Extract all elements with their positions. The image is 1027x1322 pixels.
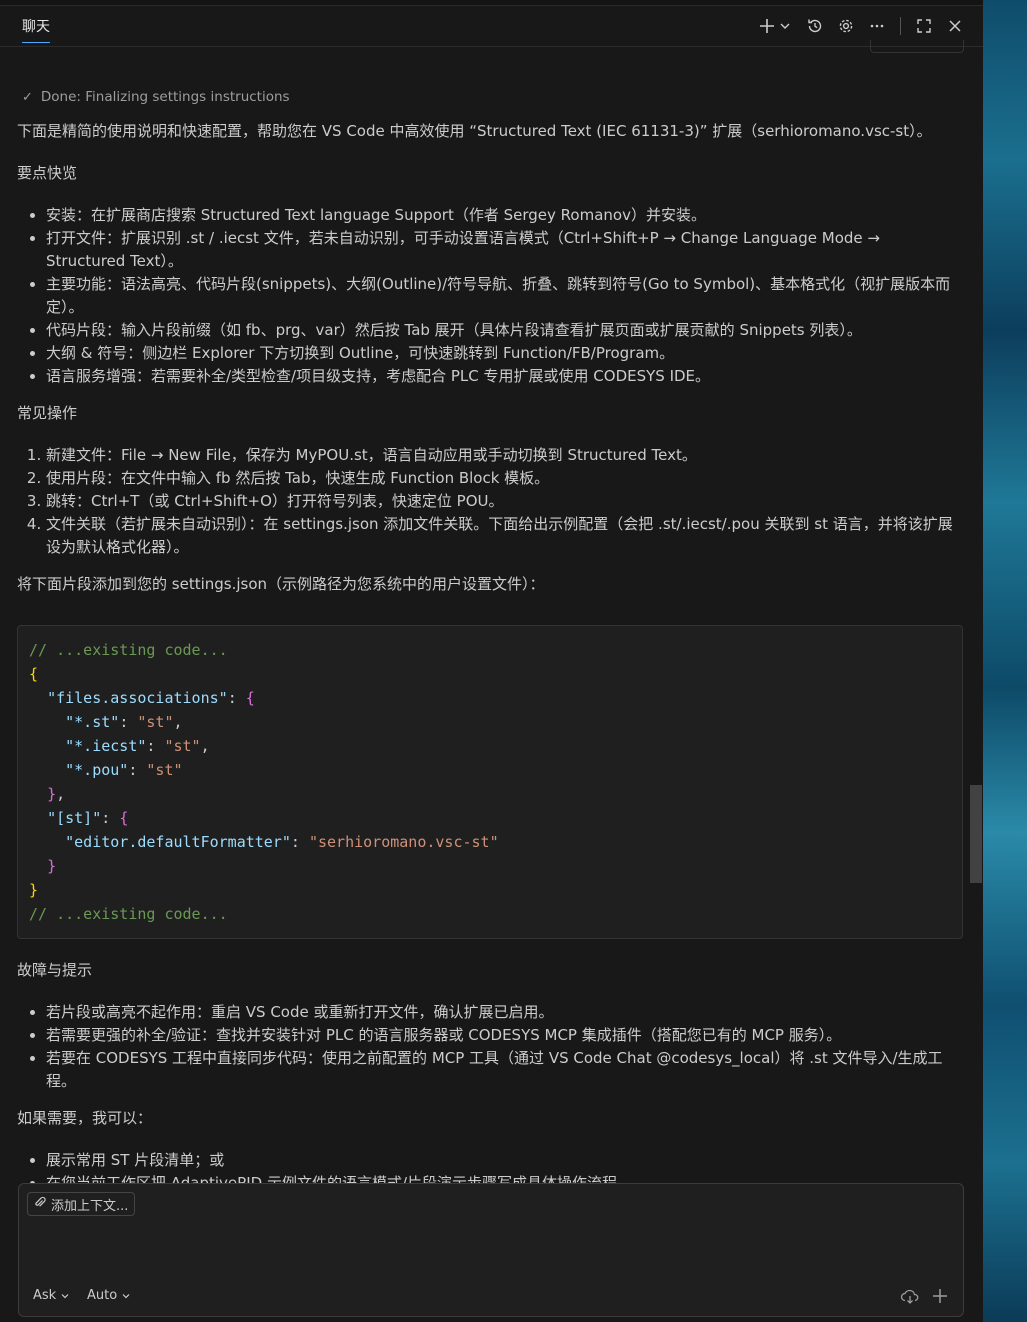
list-item: 文件关联（若扩展未自动识别）：在 settings.json 添加文件关联。下面… xyxy=(46,513,962,559)
list-item: 展示常用 ST 片段清单；或 xyxy=(46,1149,972,1172)
more-icon[interactable] xyxy=(866,15,888,37)
mode-label: Ask xyxy=(33,1288,57,1303)
list-item: 主要功能：语法高亮、代码片段(snippets)、大纲(Outline)/符号导… xyxy=(46,273,962,319)
section-title: 故障与提示 xyxy=(17,961,93,979)
section-title: 常见操作 xyxy=(17,404,78,422)
code-key: "*.pou" xyxy=(65,761,129,779)
tab-chat[interactable]: 聊天 xyxy=(22,16,50,43)
mode-picker[interactable]: Ask xyxy=(33,1288,70,1303)
chevron-down-icon xyxy=(122,1293,130,1298)
code-string: "st" xyxy=(137,713,174,731)
code-comment: // ...existing code... xyxy=(29,905,228,923)
history-icon[interactable] xyxy=(804,15,826,37)
code-key: "files.associations" xyxy=(47,689,228,707)
list-item: 代码片段：输入片段前缀（如 fb、prg、var）然后按 Tab 展开（具体片段… xyxy=(46,319,962,342)
model-label: Auto xyxy=(87,1288,118,1303)
code-string: "serhioromano.vsc-st" xyxy=(308,833,499,851)
plus-icon[interactable] xyxy=(756,15,778,37)
header-separator xyxy=(900,17,901,35)
intro-text: 下面是精简的使用说明和快速配置，帮助您在 VS Code 中高效使用 “Stru… xyxy=(17,122,932,140)
partial-button xyxy=(870,40,964,53)
chat-header: 聊天 xyxy=(0,6,983,47)
cloud-icon[interactable] xyxy=(899,1285,921,1307)
code-token: } xyxy=(29,881,39,899)
list-item: 新建文件：File → New File，保存为 MyPOU.st，语言自动应用… xyxy=(46,444,962,467)
plus-icon[interactable] xyxy=(929,1285,951,1307)
list-item: 若需要更强的补全/验证：查找并安装针对 PLC 的语言服务器或 CODESYS … xyxy=(46,1024,972,1047)
code-key: "[st]" xyxy=(47,809,102,827)
code-key: "editor.defaultFormatter" xyxy=(65,833,291,851)
paperclip-icon xyxy=(34,1196,46,1213)
list-item: 使用片段：在文件中输入 fb 然后按 Tab，快速生成 Function Blo… xyxy=(46,467,962,490)
section-title: 如果需要，我可以： xyxy=(17,1109,153,1127)
list-item: 大纲 & 符号：侧边栏 Explorer 下方切换到 Outline，可快速跳转… xyxy=(46,342,962,365)
code-intro-text: 将下面片段添加到您的 settings.json（示例路径为您系统中的用户设置文… xyxy=(17,575,545,593)
check-icon: ✓ xyxy=(22,90,33,105)
list-item: 若要在 CODESYS 工程中直接同步代码：使用之前配置的 MCP 工具（通过 … xyxy=(46,1047,972,1093)
chat-response: ✓ Done: Finalizing settings instructions… xyxy=(17,86,962,615)
list-item: 打开文件：扩展识别 .st / .iecst 文件，若未自动识别，可手动设置语言… xyxy=(46,227,962,273)
code-block[interactable]: // ...existing code... { "files.associat… xyxy=(17,625,963,939)
scrollbar-thumb[interactable] xyxy=(970,785,982,883)
list-item: 若片段或高亮不起作用：重启 VS Code 或重新打开文件，确认扩展已启用。 xyxy=(46,1001,972,1024)
chat-response-continued: 故障与提示 若片段或高亮不起作用：重启 VS Code 或重新打开文件，确认扩展… xyxy=(17,959,972,1209)
desktop-wallpaper xyxy=(983,0,1027,1322)
gear-icon[interactable] xyxy=(835,15,857,37)
bullet-list: 安装：在扩展商店搜索 Structured Text language Supp… xyxy=(17,204,962,388)
add-context-button[interactable]: 添加上下文... xyxy=(27,1192,136,1216)
bullet-list: 若片段或高亮不起作用：重启 VS Code 或重新打开文件，确认扩展已启用。 若… xyxy=(17,1001,972,1093)
code-string: "st" xyxy=(164,737,201,755)
numbered-list: 新建文件：File → New File，保存为 MyPOU.st，语言自动应用… xyxy=(17,444,962,559)
list-item: 安装：在扩展商店搜索 Structured Text language Supp… xyxy=(46,204,962,227)
code-token: { xyxy=(29,665,39,683)
close-icon[interactable] xyxy=(944,15,966,37)
code-key: "*.iecst" xyxy=(65,737,147,755)
add-context-label: 添加上下文... xyxy=(51,1198,129,1214)
code-key: "*.st" xyxy=(65,713,120,731)
progress-status: ✓ Done: Finalizing settings instructions xyxy=(22,86,962,109)
chat-input-box[interactable]: 添加上下文... Ask Auto xyxy=(18,1183,964,1317)
chat-panel: 聊天 ✓ Done: Finalizing settings instructi… xyxy=(0,0,983,1322)
chevron-down-icon xyxy=(61,1293,69,1298)
list-item: 跳转：Ctrl+T（或 Ctrl+Shift+O）打开符号列表，快速定位 POU… xyxy=(46,490,962,513)
list-item: 语言服务增强：若需要补全/类型检查/项目级支持，考虑配合 PLC 专用扩展或使用… xyxy=(46,365,962,388)
maximize-icon[interactable] xyxy=(913,15,935,37)
code-comment: // ...existing code... xyxy=(29,641,228,659)
status-text: Done: Finalizing settings instructions xyxy=(40,89,290,105)
code-string: "st" xyxy=(146,761,183,779)
chevron-down-icon[interactable] xyxy=(777,15,793,37)
model-picker[interactable]: Auto xyxy=(87,1288,131,1303)
section-title: 要点快览 xyxy=(17,164,78,182)
